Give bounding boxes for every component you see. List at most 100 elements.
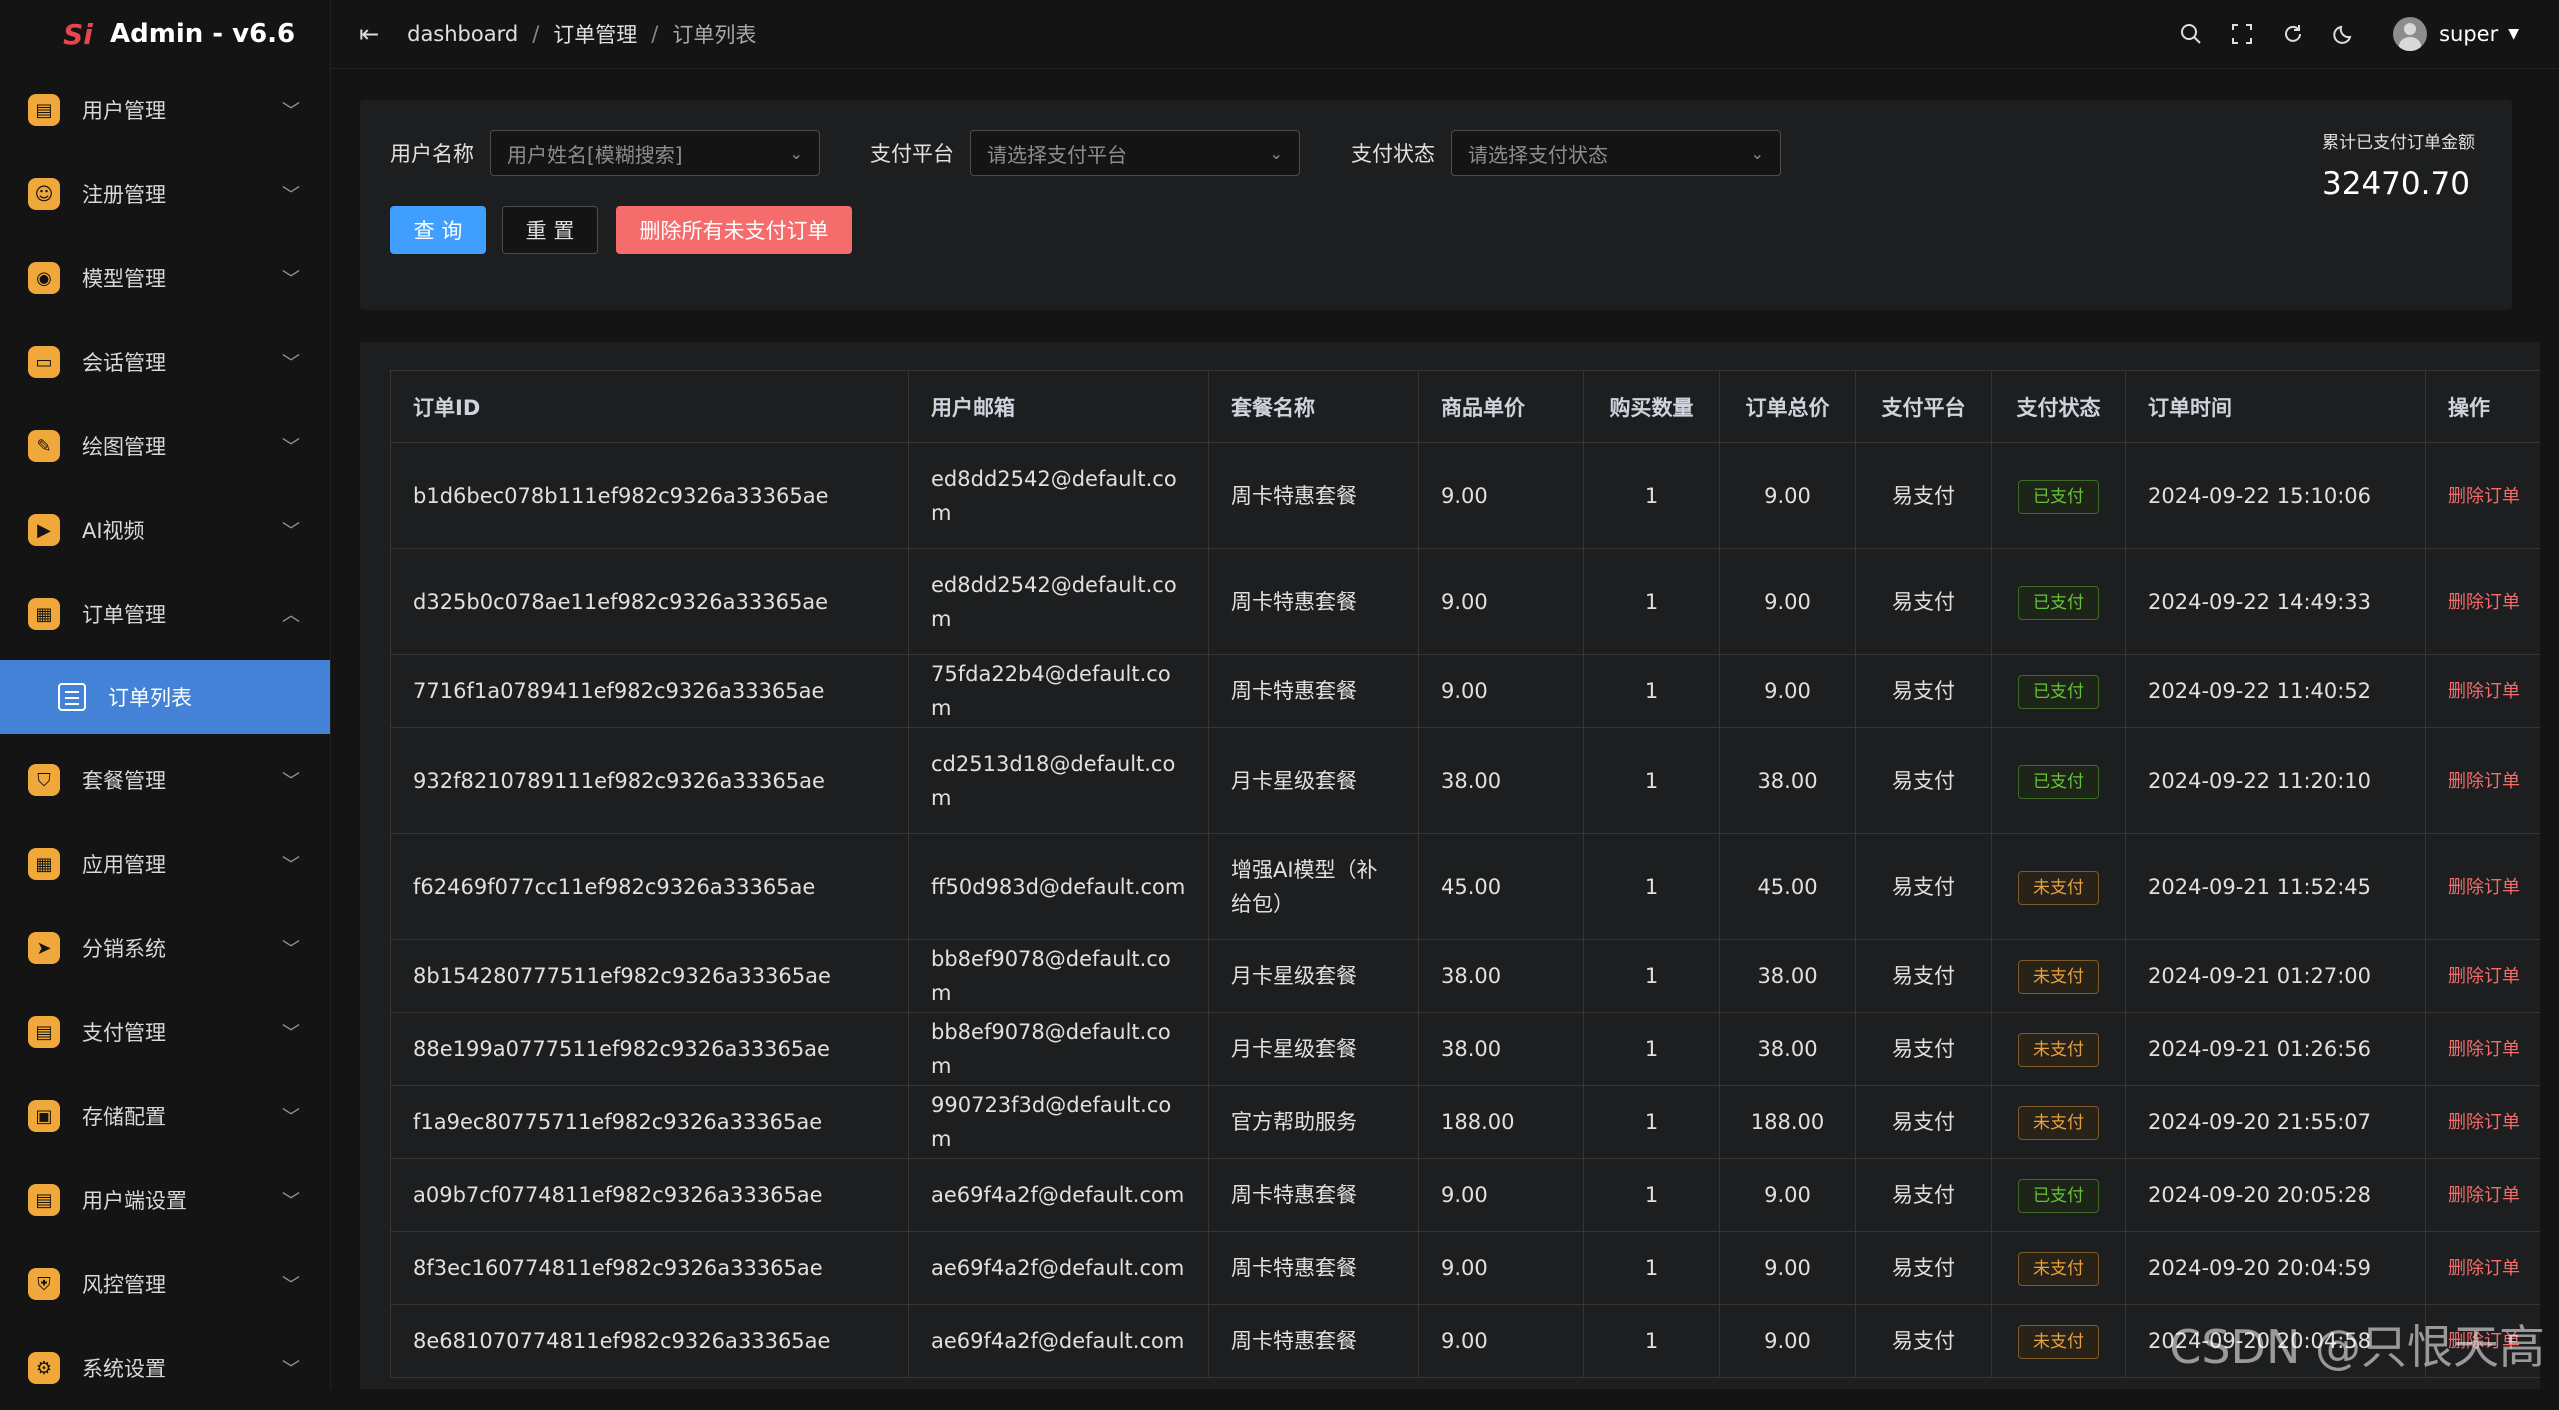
delete-order-link[interactable]: 删除订单: [2448, 1112, 2520, 1133]
order-id-cell: 88e199a0777511ef982c9326a33365ae: [390, 1012, 909, 1086]
sidebar-subitem-label: 订单列表: [108, 686, 192, 710]
platform-cell: 易支付: [1855, 1304, 1992, 1378]
sidebar-item-11[interactable]: ▤ 支付管理 ﹀: [0, 990, 330, 1074]
apps-icon: ▦: [28, 848, 60, 880]
sidebar-item-15[interactable]: ⚙ 系统设置 ﹀: [0, 1326, 330, 1410]
breadcrumb-dashboard[interactable]: dashboard: [407, 22, 518, 46]
status-badge: 已支付: [2018, 764, 2099, 799]
delete-unpaid-button[interactable]: 删除所有未支付订单: [616, 206, 852, 254]
status-badge: 未支付: [2018, 960, 2099, 994]
total-cell: 9.00: [1719, 442, 1856, 549]
sidebar-item-10[interactable]: ➤ 分销系统 ﹀: [0, 906, 330, 990]
package-cell: 官方帮助服务: [1208, 1085, 1419, 1159]
col-header-platform: 支付平台: [1855, 370, 1992, 443]
delete-order-link[interactable]: 删除订单: [2448, 1258, 2520, 1279]
sidebar-item-3[interactable]: ◉ 模型管理 ﹀: [0, 236, 330, 320]
paid-total-value: 32470.70: [2322, 166, 2470, 202]
query-button[interactable]: 查 询: [390, 206, 486, 254]
email-cell: cd2513d18@default.com: [908, 727, 1209, 834]
status-badge: 已支付: [2018, 479, 2099, 514]
storage-icon: ▣: [28, 1100, 60, 1132]
search-icon[interactable]: [2178, 21, 2204, 47]
sidebar-item-4[interactable]: ▭ 会话管理 ﹀: [0, 320, 330, 404]
time-cell: 2024-09-20 20:05:28: [2125, 1158, 2426, 1232]
paid-total-stat: 累计已支付订单金额 32470.70: [2322, 130, 2492, 202]
table-row: f1a9ec80775711ef982c9326a33365ae 990723f3…: [390, 1085, 2540, 1159]
sidebar-item-14[interactable]: ⛨ 风控管理 ﹀: [0, 1242, 330, 1326]
user-menu[interactable]: super ▼: [2393, 17, 2519, 51]
delete-order-link[interactable]: 删除订单: [2448, 877, 2520, 898]
reset-button[interactable]: 重 置: [502, 206, 598, 254]
unit-price-cell: 9.00: [1418, 1304, 1584, 1378]
action-cell: 删除订单: [2425, 654, 2540, 728]
package-cell: 周卡特惠套餐: [1208, 1231, 1419, 1305]
status-cell: 未支付: [1991, 1085, 2126, 1159]
time-cell: 2024-09-21 11:52:45: [2125, 833, 2426, 940]
quantity-cell: 1: [1583, 833, 1720, 940]
breadcrumb-current: 订单列表: [672, 23, 757, 47]
sidebar-item-label: 会话管理: [82, 351, 166, 375]
collapse-menu-icon[interactable]: ⇤: [359, 20, 379, 48]
delete-order-link[interactable]: 删除订单: [2448, 681, 2520, 702]
delete-order-link[interactable]: 删除订单: [2448, 486, 2520, 507]
package-cell: 增强AI模型（补给包）: [1208, 833, 1419, 940]
table-header-row: 订单ID 用户邮箱 套餐名称 商品单价 购买数量 订单总价 支付平台 支付状态 …: [390, 370, 2540, 443]
table-row: f62469f077cc11ef982c9326a33365ae ff50d983…: [390, 833, 2540, 940]
delete-order-link[interactable]: 删除订单: [2448, 966, 2520, 987]
col-header-time: 订单时间: [2125, 370, 2426, 443]
package-cell: 周卡特惠套餐: [1208, 1158, 1419, 1232]
unit-price-cell: 45.00: [1418, 833, 1584, 940]
chevron-down-icon: ⌄: [1750, 143, 1764, 163]
fullscreen-icon[interactable]: [2229, 21, 2255, 47]
total-cell: 188.00: [1719, 1085, 1856, 1159]
username-select[interactable]: 用户姓名[模糊搜索] ⌄: [490, 130, 820, 176]
order-id-cell: d325b0c078ae11ef982c9326a33365ae: [390, 548, 909, 655]
sidebar-item-label: 套餐管理: [82, 769, 166, 793]
total-cell: 38.00: [1719, 1012, 1856, 1086]
delete-order-link[interactable]: 删除订单: [2448, 1185, 2520, 1206]
quantity-cell: 1: [1583, 1304, 1720, 1378]
sidebar-item-8[interactable]: ⛉ 套餐管理 ﹀: [0, 738, 330, 822]
status-cell: 未支付: [1991, 833, 2126, 940]
breadcrumb-order-management[interactable]: 订单管理: [553, 19, 637, 49]
app-title: Admin - v6.6: [110, 19, 296, 49]
platform-cell: 易支付: [1855, 939, 1992, 1013]
sidebar-item-1[interactable]: ▤ 用户管理 ﹀: [0, 68, 330, 152]
filter-platform: 支付平台 请选择支付平台 ⌄: [870, 130, 1300, 176]
dark-mode-icon[interactable]: [2331, 21, 2357, 47]
gear-icon: ⚙: [28, 1352, 60, 1384]
quantity-cell: 1: [1583, 1012, 1720, 1086]
delete-order-link[interactable]: 删除订单: [2448, 1039, 2520, 1060]
quantity-cell: 1: [1583, 442, 1720, 549]
total-cell: 45.00: [1719, 833, 1856, 940]
order-id-cell: 8e681070774811ef982c9326a33365ae: [390, 1304, 909, 1378]
status-select[interactable]: 请选择支付状态 ⌄: [1451, 130, 1781, 176]
table-row: 8b154280777511ef982c9326a33365ae bb8ef907…: [390, 939, 2540, 1013]
sidebar-subitem-order-list[interactable]: 订单列表: [0, 660, 330, 734]
refresh-icon[interactable]: [2280, 21, 2306, 47]
delete-order-link[interactable]: 删除订单: [2448, 592, 2520, 613]
sidebar-item-label: 注册管理: [82, 183, 166, 207]
email-cell: ff50d983d@default.com: [908, 833, 1209, 940]
sidebar-item-12[interactable]: ▣ 存储配置 ﹀: [0, 1074, 330, 1158]
unit-price-cell: 188.00: [1418, 1085, 1584, 1159]
time-cell: 2024-09-22 15:10:06: [2125, 442, 2426, 549]
quantity-cell: 1: [1583, 1231, 1720, 1305]
quantity-cell: 1: [1583, 939, 1720, 1013]
sidebar-item-6[interactable]: ▶ AI视频 ﹀: [0, 488, 330, 572]
order-id-cell: 7716f1a0789411ef982c9326a33365ae: [390, 654, 909, 728]
delete-order-link[interactable]: 删除订单: [2448, 771, 2520, 792]
chevron-down-icon: ﹀: [282, 1359, 300, 1380]
sidebar-item-13[interactable]: ▤ 用户端设置 ﹀: [0, 1158, 330, 1242]
sidebar-item-2[interactable]: ☺ 注册管理 ﹀: [0, 152, 330, 236]
app-logo[interactable]: Si Admin - v6.6: [0, 0, 330, 68]
sidebar-item-7[interactable]: ▦ 订单管理 ︿: [0, 572, 330, 656]
status-cell: 未支付: [1991, 1012, 2126, 1086]
email-cell: bb8ef9078@default.com: [908, 939, 1209, 1013]
sidebar-item-label: 应用管理: [82, 853, 166, 877]
platform-cell: 易支付: [1855, 727, 1992, 834]
platform-select[interactable]: 请选择支付平台 ⌄: [970, 130, 1300, 176]
sidebar-item-5[interactable]: ✎ 绘图管理 ﹀: [0, 404, 330, 488]
sidebar-item-9[interactable]: ▦ 应用管理 ﹀: [0, 822, 330, 906]
table-row: 7716f1a0789411ef982c9326a33365ae 75fda22b…: [390, 654, 2540, 728]
